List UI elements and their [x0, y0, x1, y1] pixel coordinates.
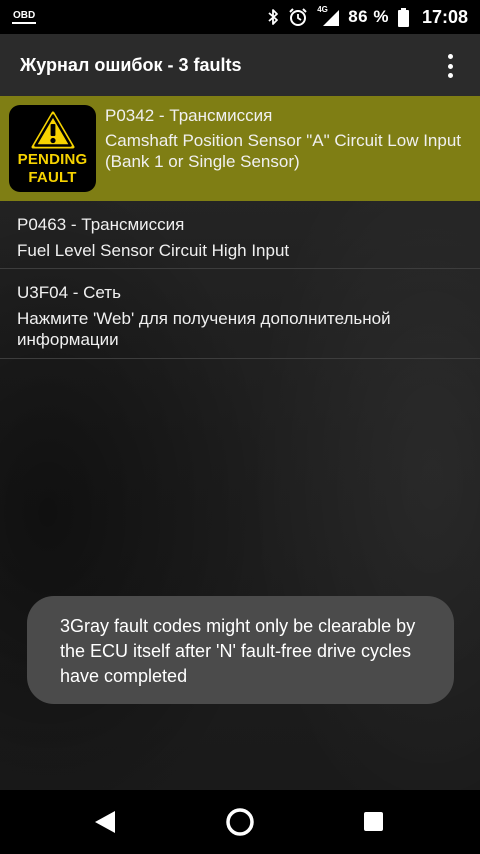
- fault-list: PENDING FAULT P0342 - Трансмиссия Camsha…: [0, 96, 480, 790]
- home-icon[interactable]: [225, 807, 255, 837]
- badge-line-1: PENDING: [17, 151, 88, 168]
- badge-line-2: FAULT: [28, 169, 77, 186]
- fault-item[interactable]: U3F04 - Сеть Нажмите 'Web' для получения…: [0, 270, 480, 359]
- alarm-icon: [289, 8, 307, 26]
- fault-code: U3F04 - Сеть: [17, 283, 121, 302]
- battery-icon: [397, 7, 409, 27]
- battery-percent: 86 %: [348, 7, 389, 26]
- fault-item[interactable]: P0463 - Трансмиссия Fuel Level Sensor Ci…: [0, 202, 480, 269]
- fault-code: P0463 - Трансмиссия: [17, 215, 185, 234]
- app-bar: Журнал ошибок - 3 faults: [0, 34, 480, 96]
- signal-icon: 4G: [317, 5, 340, 26]
- warning-triangle-icon: [31, 111, 74, 149]
- status-icons: 4G 86 % 17:08: [267, 5, 468, 28]
- obd-app-icon: OBD: [12, 10, 37, 24]
- bluetooth-icon: [268, 9, 279, 25]
- toast-message: 3Gray fault codes might only be clearabl…: [27, 596, 454, 704]
- fault-description: Нажмите 'Web' для получения дополнительн…: [17, 309, 391, 349]
- fault-description: Camshaft Position Sensor "A" Circuit Low…: [105, 131, 462, 171]
- page-title: Журнал ошибок - 3 faults: [20, 54, 242, 75]
- fault-code: P0342 - Трансмиссия: [105, 106, 273, 125]
- navigation-bar: [0, 790, 480, 854]
- fault-description: Fuel Level Sensor Circuit High Input: [17, 241, 290, 260]
- recents-icon[interactable]: [364, 812, 383, 831]
- status-bar: OBD 4G 86 % 17:08: [0, 0, 480, 34]
- clock: 17:08: [421, 6, 468, 27]
- pending-fault-badge: PENDING FAULT: [9, 105, 96, 192]
- fault-item[interactable]: PENDING FAULT P0342 - Трансмиссия Camsha…: [0, 96, 480, 201]
- back-icon[interactable]: [93, 810, 117, 834]
- overflow-menu-icon[interactable]: [438, 52, 462, 80]
